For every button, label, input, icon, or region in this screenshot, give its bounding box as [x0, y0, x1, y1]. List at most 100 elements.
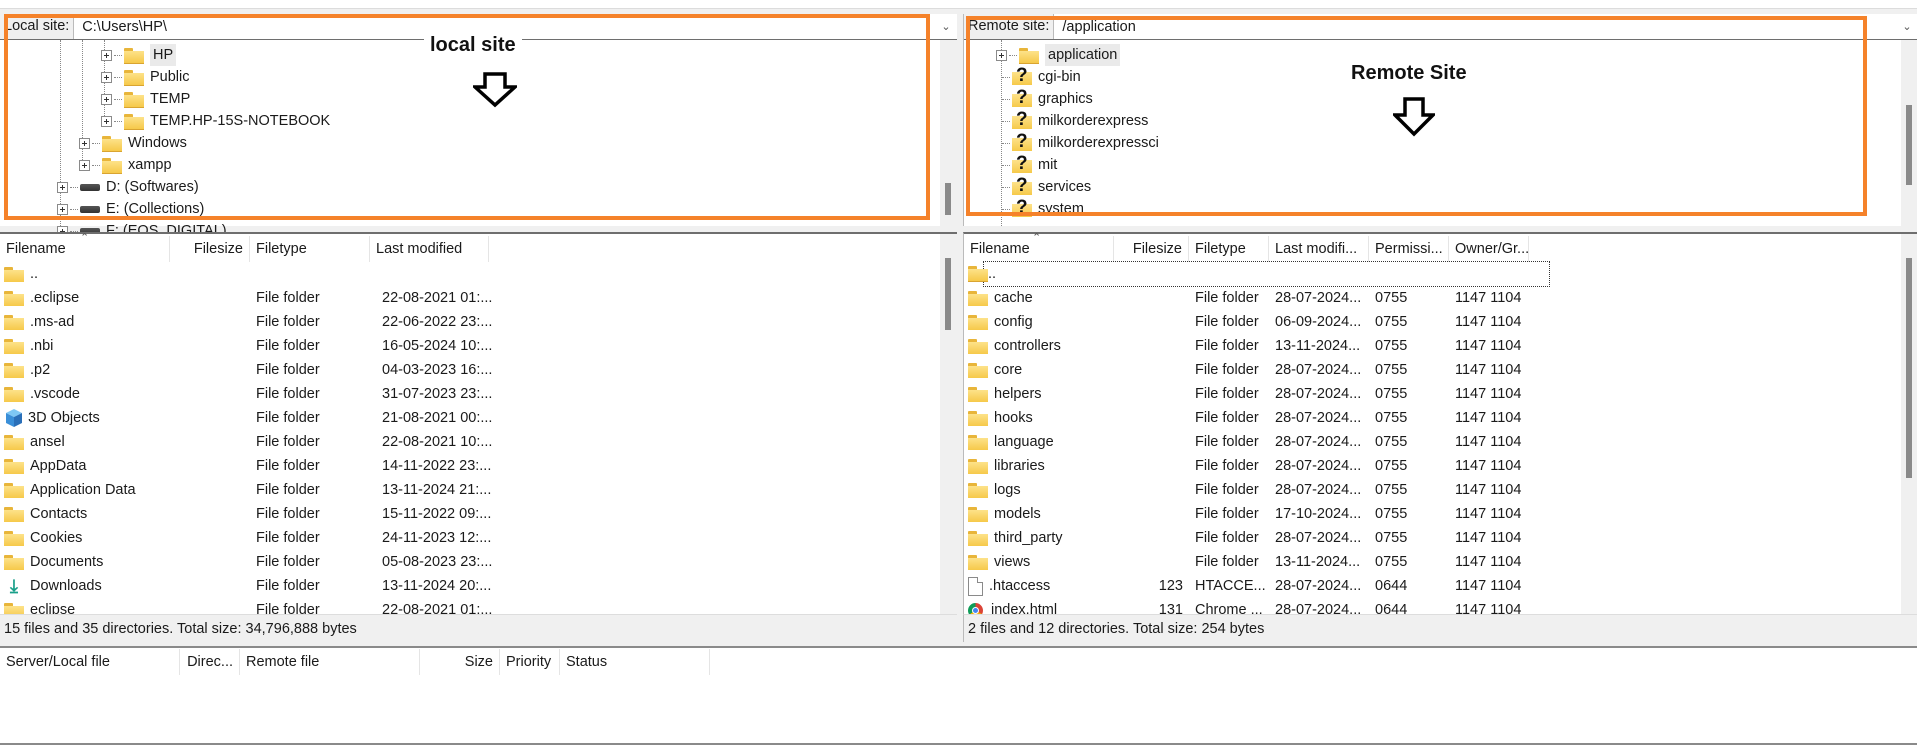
expand-icon[interactable]	[101, 71, 112, 83]
file-row[interactable]: ..	[0, 262, 506, 286]
file-name: Application Data	[30, 482, 136, 498]
expand-icon[interactable]	[79, 159, 90, 171]
cell-perms: 0755	[1375, 482, 1408, 498]
tree-node[interactable]: ? graphics	[1002, 87, 1093, 110]
file-row[interactable]: ansel File folder 22-08-2021 10:...	[0, 430, 506, 454]
column-header-permissions[interactable]: Permissi...	[1369, 236, 1449, 262]
tree-node[interactable]: TEMP	[101, 88, 190, 110]
tree-node[interactable]: ? services	[1002, 175, 1091, 198]
file-row[interactable]: ⤓ Downloads File folder 13-11-2024 20:...	[0, 574, 506, 598]
file-row[interactable]: ..	[983, 261, 1550, 287]
tree-node[interactable]: HP	[101, 44, 177, 66]
scrollbar-thumb[interactable]	[1906, 105, 1912, 185]
cell-name: .nbi	[0, 338, 170, 354]
local-tree-scrollbar[interactable]	[940, 40, 957, 226]
expand-icon[interactable]	[101, 115, 112, 127]
tree-node[interactable]: Public	[101, 66, 190, 88]
tree-node[interactable]: ? system	[1002, 197, 1084, 220]
file-row[interactable]: Contacts File folder 15-11-2022 09:...	[0, 502, 506, 526]
expand-icon[interactable]	[996, 49, 1007, 61]
column-header-server-local-file[interactable]: Server/Local file	[0, 649, 180, 675]
column-header-last-modified[interactable]: Last modifi...	[1269, 236, 1369, 262]
scrollbar-thumb[interactable]	[945, 258, 951, 330]
expand-icon[interactable]	[57, 203, 68, 215]
remote-tree-scrollbar[interactable]	[1901, 40, 1917, 226]
file-row[interactable]: .htaccess 123 HTACCE... 28-07-2024... 0644 11…	[964, 574, 1529, 598]
tree-node[interactable]: E: (Collections)	[57, 198, 204, 220]
expand-icon[interactable]	[79, 137, 90, 149]
cell-owner: 1147 1104	[1455, 338, 1522, 354]
cell-name: .eclipse	[0, 290, 170, 306]
column-header-owner-group[interactable]: Owner/Gr...	[1449, 236, 1529, 262]
tree-node[interactable]: TEMP.HP-15S-NOTEBOOK	[101, 110, 330, 132]
scrollbar-thumb[interactable]	[1906, 258, 1912, 478]
expand-icon[interactable]	[101, 93, 112, 105]
column-header-filesize[interactable]: Filesize	[170, 236, 250, 262]
file-name: cache	[994, 290, 1033, 306]
file-row[interactable]: .vscode File folder 31-07-2023 23:...	[0, 382, 506, 406]
file-row[interactable]: helpers File folder 28-07-2024... 0755 1147 …	[964, 382, 1529, 406]
file-row[interactable]: hooks File folder 28-07-2024... 0755 1147 11…	[964, 406, 1529, 430]
file-row[interactable]: config File folder 06-09-2024... 0755 1147 1…	[964, 310, 1529, 334]
cell-modified: 14-11-2022 23:...	[382, 458, 492, 474]
tree-node[interactable]: ? cgi-bin	[1002, 65, 1081, 88]
cell-modified: 16-05-2024 10:...	[382, 338, 493, 354]
cell-owner: 1147 1104	[1455, 458, 1522, 474]
column-header-filetype[interactable]: Filetype	[1189, 236, 1269, 262]
folder-icon	[968, 290, 988, 306]
file-name: controllers	[994, 338, 1061, 354]
file-row[interactable]: .p2 File folder 04-03-2023 16:...	[0, 358, 506, 382]
scrollbar-thumb[interactable]	[945, 183, 951, 215]
local-site-path-input[interactable]: C:\Users\HP\	[74, 19, 935, 35]
tree-node[interactable]: Windows	[79, 132, 187, 154]
file-row[interactable]: cache File folder 28-07-2024... 0755 1147 11…	[964, 286, 1529, 310]
tree-connector	[114, 76, 122, 78]
cell-owner: 1147 1104	[1455, 578, 1522, 594]
tree-node[interactable]: D: (Softwares)	[57, 176, 199, 198]
remote-list-scrollbar[interactable]	[1901, 234, 1917, 614]
file-row[interactable]: .ms-ad File folder 22-06-2022 23:...	[0, 310, 506, 334]
file-row[interactable]: views File folder 13-11-2024... 0755 1147 11…	[964, 550, 1529, 574]
file-row[interactable]: AppData File folder 14-11-2022 23:...	[0, 454, 506, 478]
file-row[interactable]: 3D Objects File folder 21-08-2021 00:...	[0, 406, 506, 430]
column-header-filetype[interactable]: Filetype	[250, 236, 370, 262]
column-header-size[interactable]: Size	[420, 649, 500, 675]
folder-icon	[968, 362, 988, 378]
tree-node[interactable]: application	[996, 44, 1121, 66]
column-header-remote-file[interactable]: Remote file	[240, 649, 420, 675]
tree-node[interactable]: ? milkorderexpress	[1002, 109, 1148, 132]
tree-connector	[1002, 76, 1010, 78]
cell-perms: 0755	[1375, 362, 1408, 378]
cell-name: logs	[964, 482, 1114, 498]
file-row[interactable]: .nbi File folder 16-05-2024 10:...	[0, 334, 506, 358]
remote-list-header: Filename Filesize Filetype Last modifi..…	[964, 236, 1529, 262]
file-row[interactable]: logs File folder 28-07-2024... 0755 1147 110…	[964, 478, 1529, 502]
column-header-last-modified[interactable]: Last modified	[370, 236, 489, 262]
column-header-priority[interactable]: Priority	[500, 649, 560, 675]
column-header-direction[interactable]: Direc...	[180, 649, 240, 675]
expand-icon[interactable]	[101, 49, 112, 61]
file-row[interactable]: models File folder 17-10-2024... 0755 1147 1…	[964, 502, 1529, 526]
file-row[interactable]: controllers File folder 13-11-2024... 0755 1…	[964, 334, 1529, 358]
tree-node[interactable]: ? milkorderexpressci	[1002, 131, 1159, 154]
file-row[interactable]: Application Data File folder 13-11-2024 21…	[0, 478, 506, 502]
expand-icon[interactable]	[57, 181, 68, 193]
file-row[interactable]: Documents File folder 05-08-2023 23:...	[0, 550, 506, 574]
file-row[interactable]: .eclipse File folder 22-08-2021 01:...	[0, 286, 506, 310]
tree-node[interactable]: ? mit	[1002, 153, 1057, 176]
column-header-status[interactable]: Status	[560, 649, 710, 675]
folder-icon	[102, 135, 122, 152]
file-row[interactable]: third_party File folder 28-07-2024... 0755 1…	[964, 526, 1529, 550]
remote-site-path-input[interactable]: /application	[1054, 19, 1896, 35]
file-row[interactable]: Cookies File folder 24-11-2023 12:...	[0, 526, 506, 550]
file-row[interactable]: core File folder 28-07-2024... 0755 1147 110…	[964, 358, 1529, 382]
file-row[interactable]: language File folder 28-07-2024... 0755 1147…	[964, 430, 1529, 454]
chevron-down-icon[interactable]: ⌄	[1896, 20, 1917, 33]
column-header-filesize[interactable]: Filesize	[1114, 236, 1189, 262]
file-row[interactable]: libraries File folder 28-07-2024... 0755 114…	[964, 454, 1529, 478]
tree-node[interactable]: xampp	[79, 154, 172, 176]
local-list-scrollbar[interactable]	[940, 234, 957, 614]
folder-icon	[4, 482, 24, 498]
chevron-down-icon[interactable]: ⌄	[935, 20, 957, 33]
unknown-folder-icon: ?	[1012, 109, 1032, 130]
